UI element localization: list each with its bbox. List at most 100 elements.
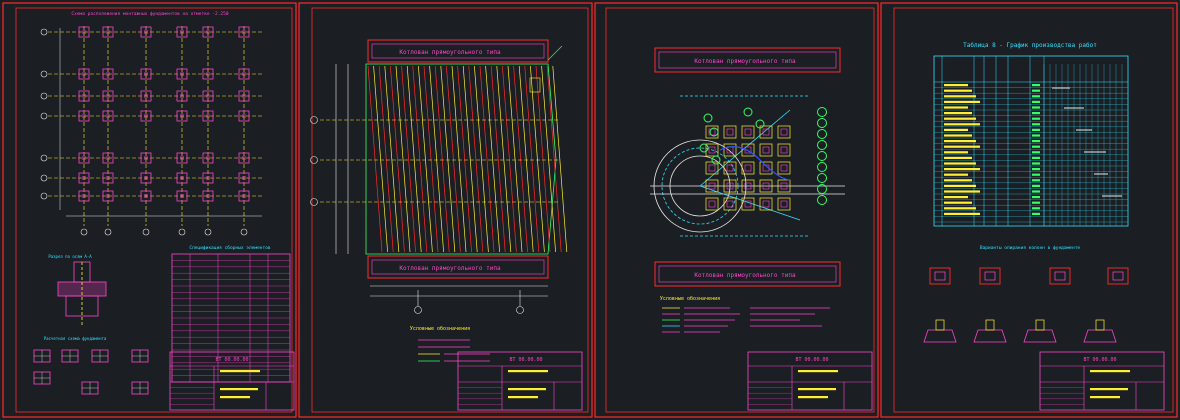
hatch-line [429,65,444,253]
row-value [1032,201,1040,204]
hatch-line [367,65,383,253]
sheet-3: Котлован прямоугольного типа Котлован пр… [650,47,873,411]
sheet-4: Таблица 8 - График производства работ Ва… [923,42,1165,411]
row-value [1032,184,1040,187]
row-value [1032,84,1040,87]
support-socket [934,271,946,281]
sheet-3-legend [662,307,830,333]
hatch-line [507,65,523,253]
hatch-line [373,65,388,253]
sheet-3-label-bottom: Котлован прямоугольного типа [694,272,796,279]
hatch-line [406,65,422,253]
column-socket [82,94,86,98]
hatch-line [485,65,500,253]
block-socket [744,128,752,136]
axis-bubble [240,228,248,236]
support-block [1049,267,1071,285]
support-block [979,267,1001,285]
sheet-frames [2,2,1178,418]
roller [817,140,827,150]
hatch-line [418,65,433,253]
column-socket [206,114,210,118]
support-socket [1054,271,1066,281]
sheet-1-frame [2,2,297,418]
sheet-2-label-bottom: Котлован прямоугольного типа [399,265,501,272]
row-text [944,162,976,165]
block [759,161,773,175]
column-socket [144,30,148,34]
block [723,143,737,157]
row-text [944,201,972,204]
row-text [944,112,972,115]
roller [817,107,827,117]
excavation-band-bottom: Котлован прямоугольного типа [367,255,549,279]
roller [817,162,827,172]
block [705,197,719,211]
support-block [929,267,951,285]
axis-bubble [40,112,48,120]
stamp-text [508,388,546,391]
column-socket [144,72,148,76]
row-value [1032,134,1040,137]
block-socket [780,128,788,136]
row-text [944,89,972,92]
sheet-4-frame [880,2,1178,418]
support-column [1035,319,1045,331]
row-text [944,151,968,154]
sheet-1-section-title: Разрез по осям А-А [48,254,92,259]
block [777,161,791,175]
column-socket [106,114,110,118]
row-value [1032,145,1040,148]
block-socket [780,200,788,208]
hatch-line [440,65,456,253]
block-socket [726,146,734,154]
column-socket [106,176,110,180]
column-socket [82,114,86,118]
support-section [923,329,957,343]
hatch-line [457,65,472,253]
hatch-line [451,65,467,253]
row-text [944,207,976,210]
column-socket [180,114,184,118]
column-socket [82,30,86,34]
block [777,143,791,157]
row-value [1032,89,1040,92]
roller [817,195,827,205]
row-text [944,100,980,103]
row-text [944,123,980,126]
sheet-1-stamp-code: ВТ 00.00.00 [215,357,248,363]
row-text [944,128,968,131]
column-socket [206,30,210,34]
row-text [944,95,976,98]
stamp-text [508,396,538,399]
block [777,197,791,211]
stamp-text [220,396,250,399]
sheet-2: Котлован прямоугольного типа Котлован пр… [310,39,583,411]
hatch-line [434,65,450,253]
s3-band-bottom: Котлован прямоугольного типа [654,261,841,287]
stamp-text [1090,370,1130,373]
block-socket [708,164,716,172]
column-socket [242,114,246,118]
row-text [944,106,968,109]
row-text [944,179,972,182]
work-schedule-table [933,55,1129,227]
foundation-section [57,261,107,326]
hatch-line [490,65,506,253]
column-socket [242,72,246,76]
axis-bubble [40,174,48,182]
block-socket [780,146,788,154]
drawing-canvas: Схема расположения монтажных фундаментов… [2,2,1178,418]
row-value [1032,173,1040,176]
column-socket [206,176,210,180]
block [723,125,737,139]
sheet-3-legend-title: Условные обозначения [660,295,720,302]
hatch-line [384,65,400,253]
axis-bubble [40,154,48,162]
column-socket [106,194,110,198]
sheet-4-table-title: Таблица 8 - График производства работ [963,42,1097,49]
column-socket [206,156,210,160]
hatch-line [378,65,394,253]
roller [817,129,827,139]
support-section [973,329,1007,343]
